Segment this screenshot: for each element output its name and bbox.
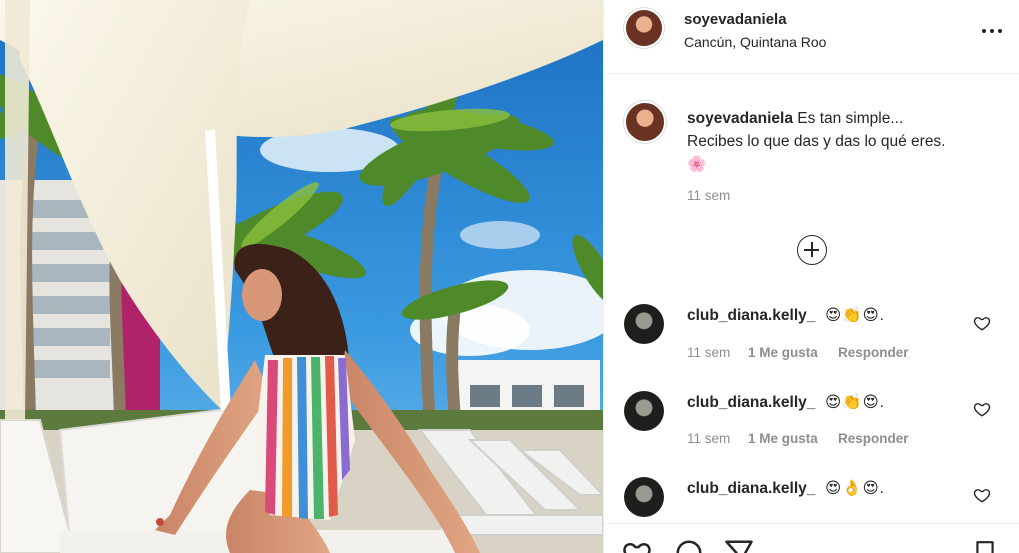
comment-likes[interactable]: 1 Me gusta (748, 345, 818, 360)
comment-likes[interactable]: 1 Me gusta (748, 431, 818, 446)
caption-avatar[interactable] (624, 101, 666, 143)
commenter-avatar[interactable] (624, 391, 664, 431)
commenter-avatar[interactable] (624, 304, 664, 344)
comment-icon[interactable] (674, 538, 704, 553)
caption-username[interactable]: soyevadaniela (687, 110, 793, 127)
save-icon[interactable] (972, 538, 998, 553)
comment-age[interactable]: 11 sem (687, 431, 730, 446)
post-details-panel: soyevadaniela Cancún, Quintana Roo soyev… (603, 0, 1019, 553)
beach-cabana-image (0, 0, 603, 553)
action-bar (604, 523, 1019, 553)
profile-avatar[interactable] (624, 8, 664, 48)
comment-heart-icon[interactable] (973, 314, 991, 332)
caption-line-1: Es tan simple... (797, 110, 904, 127)
more-options-icon[interactable] (979, 20, 1005, 40)
reply-button[interactable]: Responder (838, 345, 909, 360)
heart-icon[interactable] (622, 538, 652, 553)
comment-username[interactable]: club_diana.kelly_ (687, 394, 815, 412)
post-photo[interactable] (0, 0, 603, 553)
comment-username[interactable]: club_diana.kelly_ (687, 307, 815, 325)
caption-age[interactable]: 11 sem (687, 188, 730, 203)
share-icon[interactable] (724, 538, 754, 553)
comment-text: 😍👌😍. (825, 480, 885, 497)
owner-username[interactable]: soyevadaniela (684, 11, 787, 28)
comment-username[interactable]: club_diana.kelly_ (687, 480, 815, 498)
comment-text: 😍👏😍. (825, 307, 885, 324)
comment-age[interactable]: 11 sem (687, 345, 730, 360)
post-location[interactable]: Cancún, Quintana Roo (684, 34, 826, 50)
caption-line-2: Recibes lo que das y das lo qué eres. (687, 133, 946, 150)
caption: soyevadaniela Es tan simple... Recibes l… (687, 107, 1007, 176)
reply-button[interactable]: Responder (838, 431, 909, 446)
comment-heart-icon[interactable] (973, 486, 991, 504)
caption-emoji: 🌸 (687, 156, 707, 173)
post-header: soyevadaniela Cancún, Quintana Roo (604, 0, 1019, 74)
plus-circle-icon[interactable] (797, 235, 827, 265)
comment-heart-icon[interactable] (973, 400, 991, 418)
commenter-avatar[interactable] (624, 477, 664, 517)
comment-text: 😍👏😍. (825, 394, 885, 411)
